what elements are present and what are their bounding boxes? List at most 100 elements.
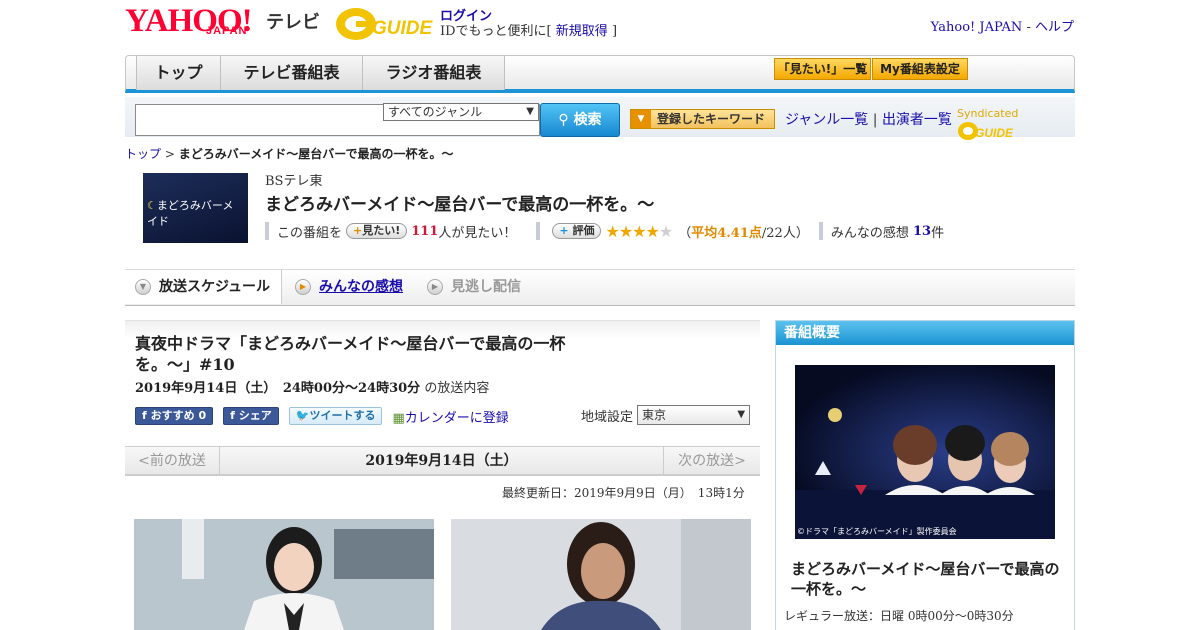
region-select[interactable]: 東京 ▼ [637,405,751,425]
want-suffix: 人が見たい！ [438,225,517,241]
reviews-prefix: みんなの感想 [830,225,909,241]
gguide-logo-text: GUIDE [372,18,434,39]
search-bar: すべてのジャンル ▼ ⚲ 検索 ▼ 登録したキーワード ジャンル一覧 | 出演者一覧… [125,97,1075,140]
sidebar-program-title: まどろみバーメイド～屋台バーで最高の一杯を。～ [791,560,1060,598]
program-summary-panel: 番組概要 ©ドラマ「まどろみバーメイド」製作委員会 まどろみバーメイド～屋台バー… [775,320,1075,630]
social-buttons: f おすすめ 0 f シェア 🐦ツイートする ▦カレンダーに登録 [135,406,509,426]
moon-icon: ☾ [147,199,157,212]
chevron-down-icon: ▼ [737,409,746,420]
tab-reviews-label: みんなの感想 [319,279,403,295]
plus-icon: + [559,224,569,237]
episode-photo-1 [134,519,434,630]
tab-top[interactable]: トップ [136,56,221,90]
star-icon: ★ [618,221,633,241]
search-nav-links: ジャンル一覧 | 出演者一覧 [785,109,952,129]
tweet-label: ツイートする [309,409,376,422]
meta-divider [265,222,269,240]
signup-link[interactable]: 新規取得 [556,24,608,39]
header-links: Yahoo! JAPAN - ヘルプ [931,16,1074,35]
meta-divider [536,222,541,240]
genre-select[interactable]: すべてのジャンル ▼ [383,103,539,121]
syndicated-label: Syndicated [957,107,1019,120]
tab-missed-streaming[interactable]: ▶ 見逃し配信 [417,270,521,304]
header-separator: - [1026,20,1031,35]
tweet-button[interactable]: 🐦ツイートする [288,407,383,425]
plus-icon: + [353,224,363,237]
chevron-down-icon: ▼ [135,279,151,295]
facebook-icon: f [230,409,235,422]
id-promo-prefix: IDでもっと便利に[ [440,24,552,39]
cast-list-link[interactable]: 出演者一覧 [882,112,952,128]
tab-schedule[interactable]: ▼ 放送スケジュール [125,270,282,304]
search-icon: ⚲ [558,112,569,128]
calendar-add-label[interactable]: カレンダーに登録 [405,411,509,426]
channel-name: BSテレ東 [265,174,323,189]
my-schedule-button[interactable]: My番組表設定 [872,58,968,80]
help-link[interactable]: ヘルプ [1035,20,1074,35]
facebook-share-button[interactable]: f シェア [223,407,279,425]
twitter-icon: 🐦 [295,409,310,422]
id-promo: IDでもっと便利に[ 新規取得 ] [440,20,617,39]
regular-broadcast: レギュラー放送：日曜 0時00分～0時30分 [784,609,1014,623]
program-meta: この番組を +見たい! 111 人が見たい！ + 評価 ★★★★★ （平均4.41… [265,220,944,242]
search-button[interactable]: ⚲ 検索 [540,103,620,137]
program-thumbnail: ☾まどろみバーメイド [143,173,248,243]
facebook-icon: f [142,409,147,422]
want-button[interactable]: +見たい! [346,223,408,239]
genre-list-link[interactable]: ジャンル一覧 [785,112,868,128]
rating-count: /22人） [761,225,809,241]
episode-datetime-value: 2019年9月14日（土） 24時00分～24時30分 [135,381,421,396]
reviews-suffix: 件 [931,225,945,241]
chevron-right-icon: ▶ [295,279,311,295]
episode-title: 真夜中ドラマ「まどろみバーメイド～屋台バーで最高の一杯を。～」#10 [135,334,566,374]
tab-reviews[interactable]: ▶ みんなの感想 [285,270,403,304]
chevron-down-icon: ▼ [631,110,651,128]
rating-stars: ★★★★★ [605,221,673,241]
yahoo-logo-japan: JAPAN [206,25,248,37]
calendar-add-link[interactable]: ▦カレンダーに登録 [392,407,508,426]
episode-photo-2 [451,519,751,630]
current-broadcast-date: 2019年9月14日（土） [365,453,518,469]
region-setting: 地域設定 東京 ▼ [581,405,751,425]
service-name[interactable]: テレビ [266,8,320,34]
want-prefix: この番組を [277,225,343,241]
chevron-down-icon: ▼ [526,106,534,117]
link-divider: | [872,112,878,128]
yahoo-japan-link[interactable]: Yahoo! JAPAN [931,20,1023,35]
thumbnail-title: まどろみバーメイド [147,199,234,228]
search-button-label: 検索 [573,112,602,128]
chevron-right-icon: ▶ [427,279,443,295]
facebook-recommend-button[interactable]: f おすすめ 0 [135,407,214,425]
meta-divider [818,222,823,240]
broadcast-date-nav: <前の放送 2019年9月14日（土） 次の放送> [125,446,760,476]
program-tabs: ▼ 放送スケジュール ▶ みんなの感想 ▶ 見逃し配信 [125,269,1075,306]
reviews-count-link[interactable]: 13 [913,224,931,239]
tab-tv-schedule[interactable]: テレビ番組表 [221,56,363,90]
program-key-visual: ©ドラマ「まどろみバーメイド」製作委員会 [795,365,1055,539]
tab-schedule-label: 放送スケジュール [159,279,271,295]
episode-datetime-suffix: の放送内容 [424,381,490,396]
want-button-label: 見たい! [362,224,401,237]
photo-credit: ©ドラマ「まどろみバーメイド」製作委員会 [797,527,957,536]
page-title: まどろみバーメイド～屋台バーで最高の一杯を。～ [265,195,655,215]
rating-open: （ [678,225,692,241]
rate-button[interactable]: + 評価 [552,223,602,239]
star-icon: ★ [658,221,673,241]
sidebar-heading: 番組概要 [776,321,1074,345]
next-broadcast-button[interactable]: 次の放送> [663,447,760,475]
rating-text: （平均4.41点/22人） [678,222,809,241]
breadcrumb-top-link[interactable]: トップ [125,147,161,161]
facebook-share-label: シェア [238,409,272,422]
breadcrumb-separator: > [164,147,175,161]
calendar-icon: ▦ [392,410,405,426]
saved-keywords-button[interactable]: ▼ 登録したキーワード [630,109,775,129]
syndicated-logo-text: GUIDE [975,126,1013,140]
region-select-value: 東京 [642,408,667,422]
id-promo-suffix: ] [611,24,618,39]
watchlist-button[interactable]: 「見たい!」一覧 [774,58,871,80]
star-icon: ★ [645,221,660,241]
prev-broadcast-button[interactable]: <前の放送 [125,447,220,475]
syndicated-badge: Syndicated GUIDE [957,107,1075,142]
tab-radio-schedule[interactable]: ラジオ番組表 [363,56,505,90]
gguide-logo: GUIDE [334,5,434,43]
